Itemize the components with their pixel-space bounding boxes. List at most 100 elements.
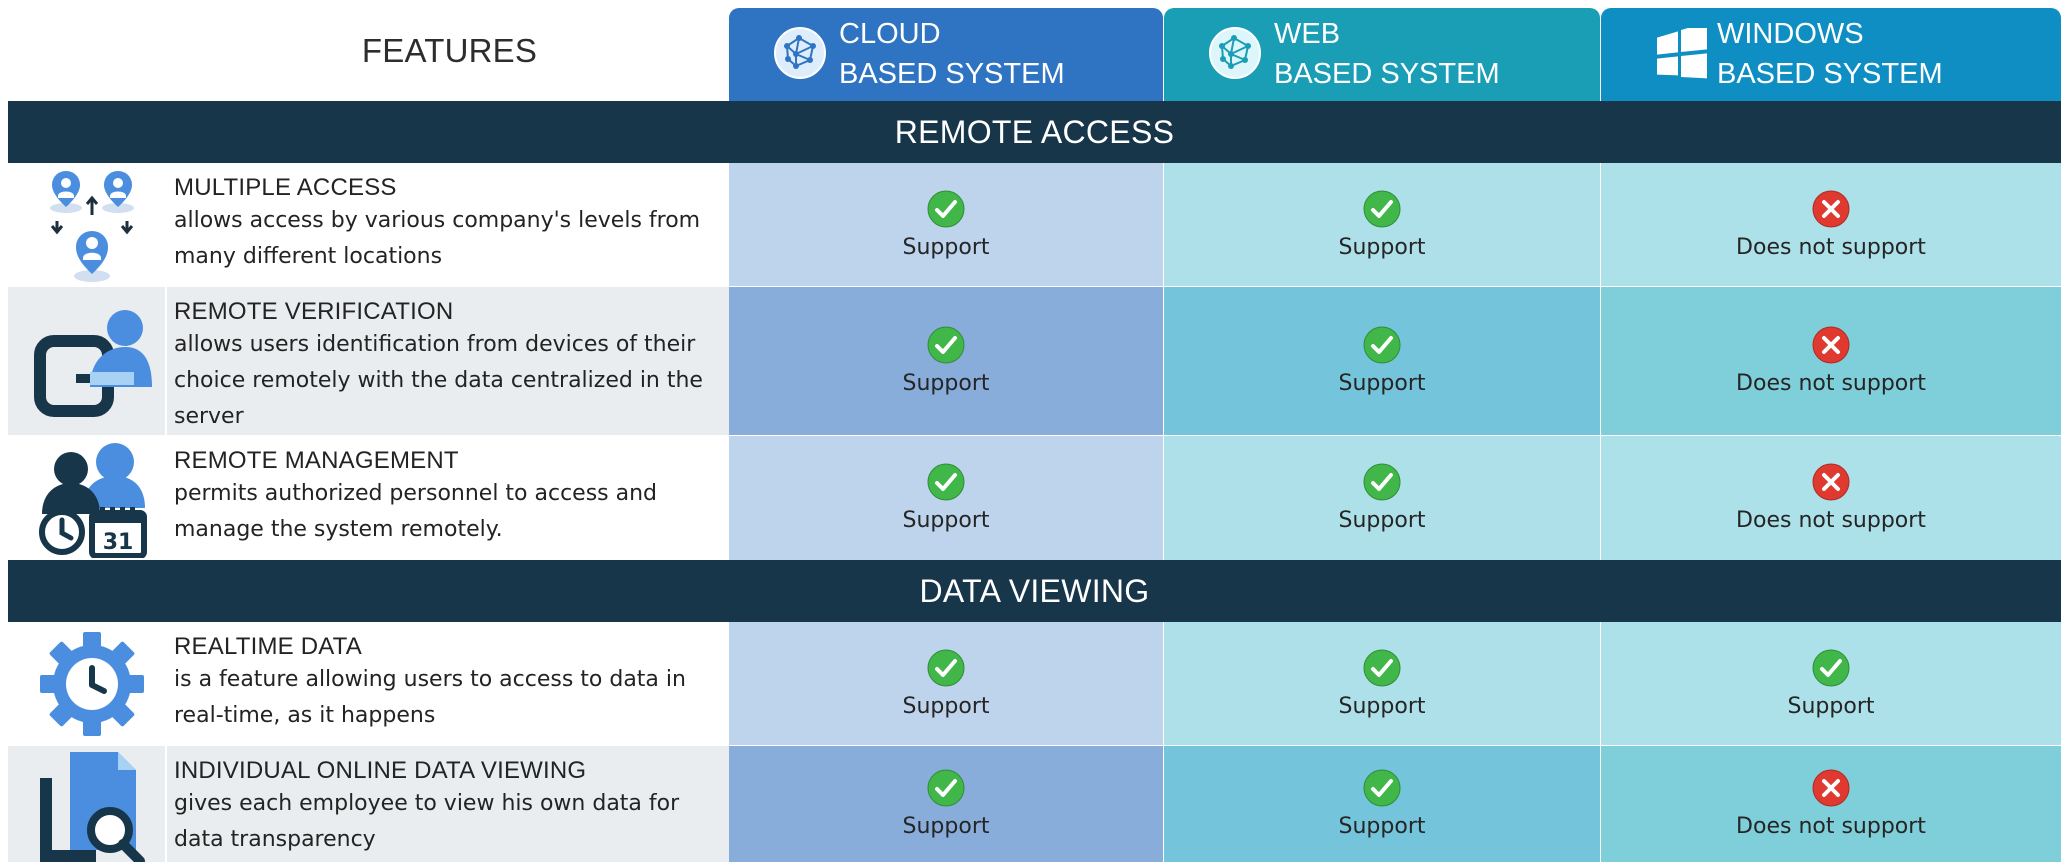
check-icon — [1363, 326, 1401, 364]
globe-network-icon — [774, 27, 826, 79]
status-label: Support — [1338, 234, 1426, 260]
cloud-status-cell: Support — [729, 287, 1163, 435]
feature-description-line: manage the system remotely. — [174, 517, 503, 542]
web-status-cell: Support — [1164, 746, 1600, 862]
feature-description-line: data transparency — [174, 827, 376, 852]
web-status-cell: Support — [1164, 436, 1600, 560]
feature-text: REALTIME DATA is a feature allowing user… — [174, 632, 724, 734]
status-label: Support — [1338, 371, 1426, 396]
cloud-status-cell: Support — [729, 622, 1163, 745]
feature-description-line: allows access by various company's level… — [174, 208, 701, 233]
web-column-header: WEB BASED SYSTEM — [1164, 8, 1600, 101]
cross-icon — [1812, 769, 1850, 807]
feature-description-line: allows users identification from devices… — [174, 332, 696, 357]
windows-column-label: WINDOWS BASED SYSTEM — [1717, 14, 1943, 94]
status-label: Support — [902, 693, 990, 719]
feature-text: REMOTE VERIFICATION allows users identif… — [174, 297, 724, 435]
cloud-column-label: CLOUD BASED SYSTEM — [839, 14, 1065, 94]
feature-description-line: choice remotely with the data centralize… — [174, 368, 703, 393]
multiple-access-icon — [50, 170, 134, 282]
feature-cell: 31 REMOTE MANAGEMENT permits authorized … — [8, 436, 729, 560]
remote-management-icon: 31 — [39, 443, 147, 558]
feature-description-line: is a feature allowing users to access to… — [174, 667, 686, 692]
windows-label-line1: WINDOWS — [1717, 18, 1864, 50]
table-header: FEATURES CLOUD BASED SYSTEM WEB BASED SY… — [0, 0, 2061, 101]
table-row: INDIVIDUAL ONLINE DATA VIEWING gives eac… — [8, 746, 2061, 862]
windows-status-cell: Support — [1601, 622, 2061, 745]
cloud-status-cell: Support — [729, 746, 1163, 862]
feature-description: permits authorized personnel to access a… — [174, 476, 724, 548]
check-icon — [927, 190, 965, 227]
feature-title: INDIVIDUAL ONLINE DATA VIEWING — [174, 757, 587, 784]
feature-divider — [165, 287, 167, 435]
feature-comparison-table: FEATURES CLOUD BASED SYSTEM WEB BASED SY… — [0, 0, 2061, 862]
feature-divider — [165, 163, 167, 286]
windows-label-line2: BASED SYSTEM — [1717, 58, 1943, 90]
windows-status-cell: Does not support — [1601, 287, 2061, 435]
status-label: Does not support — [1736, 371, 1926, 396]
feature-description: allows access by various company's level… — [174, 203, 724, 275]
feature-divider — [165, 622, 167, 745]
table-row: REALTIME DATA is a feature allowing user… — [8, 622, 2061, 745]
features-heading: FEATURES — [361, 31, 538, 69]
check-icon — [927, 326, 965, 364]
cross-icon — [1812, 326, 1850, 364]
status-label: Support — [1338, 508, 1426, 533]
calendar-number: 31 — [103, 530, 134, 555]
web-label-line1: WEB — [1274, 18, 1341, 50]
windows-status-cell: Does not support — [1601, 163, 2061, 286]
table-row: MULTIPLE ACCESS allows access by various… — [8, 163, 2061, 286]
feature-divider — [165, 436, 167, 560]
section-header-remote-access: REMOTE ACCESS — [8, 101, 2061, 163]
feature-text: MULTIPLE ACCESS allows access by various… — [174, 173, 724, 275]
feature-title: MULTIPLE ACCESS — [174, 174, 397, 201]
feature-cell: REALTIME DATA is a feature allowing user… — [8, 622, 729, 745]
web-label-line2: BASED SYSTEM — [1274, 58, 1500, 90]
cross-icon — [1812, 190, 1850, 227]
status-label: Support — [1338, 693, 1426, 719]
web-status-cell: Support — [1164, 163, 1600, 286]
feature-divider — [165, 746, 167, 862]
web-column-label: WEB BASED SYSTEM — [1274, 14, 1500, 94]
status-label: Does not support — [1736, 234, 1926, 260]
windows-status-cell: Does not support — [1601, 746, 2061, 862]
feature-description-line: permits authorized personnel to access a… — [174, 481, 658, 506]
feature-cell: INDIVIDUAL ONLINE DATA VIEWING gives eac… — [8, 746, 729, 862]
document-search-icon — [40, 752, 145, 862]
section-title: REMOTE ACCESS — [894, 113, 1175, 150]
feature-title: REMOTE VERIFICATION — [174, 298, 454, 325]
table-row: REMOTE VERIFICATION allows users identif… — [8, 287, 2061, 435]
cloud-label-line2: BASED SYSTEM — [839, 58, 1065, 90]
cloud-status-cell: Support — [729, 163, 1163, 286]
web-status-cell: Support — [1164, 287, 1600, 435]
status-label: Support — [902, 371, 990, 396]
cloud-column-header: CLOUD BASED SYSTEM — [729, 8, 1163, 101]
feature-description-line: server — [174, 404, 244, 429]
check-icon — [927, 463, 965, 501]
status-label: Does not support — [1736, 814, 1926, 839]
remote-verification-icon — [34, 310, 152, 417]
feature-text: INDIVIDUAL ONLINE DATA VIEWING gives eac… — [174, 756, 724, 858]
windows-logo-icon — [1657, 28, 1707, 79]
feature-description-line: many different locations — [174, 244, 443, 269]
section-title: DATA VIEWING — [919, 572, 1150, 609]
cross-icon — [1812, 463, 1850, 501]
feature-cell: MULTIPLE ACCESS allows access by various… — [8, 163, 729, 286]
status-label: Support — [1787, 693, 1875, 719]
check-icon — [1363, 463, 1401, 501]
feature-description: gives each employee to view his own data… — [174, 786, 724, 858]
feature-description-line: real-time, as it happens — [174, 703, 436, 728]
status-label: Support — [902, 508, 990, 533]
globe-network-icon — [1209, 27, 1261, 79]
check-icon — [927, 769, 965, 807]
feature-text: REMOTE MANAGEMENT permits authorized per… — [174, 446, 724, 548]
status-label: Support — [902, 234, 990, 260]
status-label: Does not support — [1736, 508, 1926, 533]
status-label: Support — [1338, 814, 1426, 839]
realtime-data-icon — [40, 631, 144, 736]
cloud-status-cell: Support — [729, 436, 1163, 560]
feature-description: is a feature allowing users to access to… — [174, 662, 724, 734]
check-icon — [1812, 649, 1850, 686]
feature-title: REALTIME DATA — [174, 633, 362, 660]
feature-cell: REMOTE VERIFICATION allows users identif… — [8, 287, 729, 435]
